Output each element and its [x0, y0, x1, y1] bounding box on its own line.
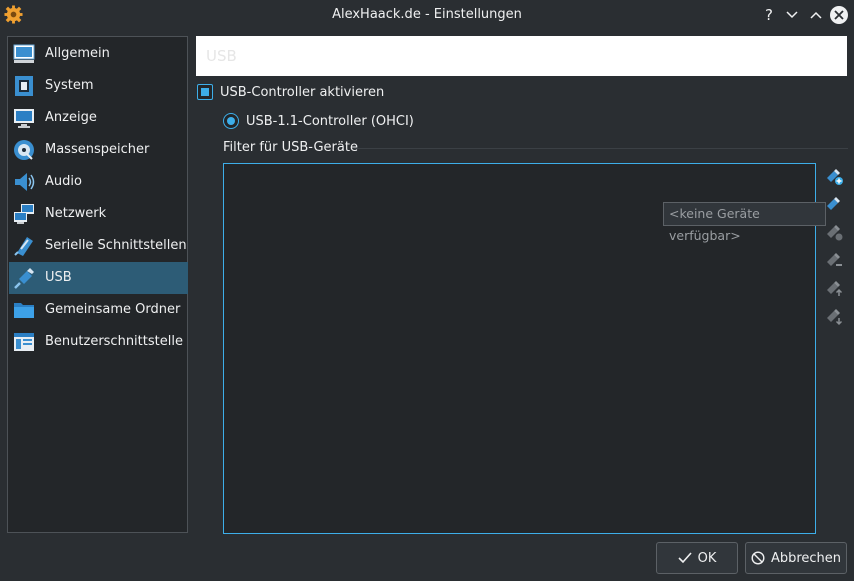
enable-usb-label[interactable]: USB-Controller aktivieren: [220, 84, 384, 101]
network-icon: [14, 204, 34, 224]
general-icon: [13, 44, 35, 63]
sidebar-item-anzeige[interactable]: Anzeige: [9, 102, 188, 134]
sidebar-item-audio[interactable]: Audio: [9, 166, 188, 198]
chevron-up-icon: [810, 11, 822, 19]
cancel-button-label: Abbrechen: [770, 550, 842, 566]
cancel-icon: [751, 551, 765, 565]
page-header: USB: [196, 36, 847, 76]
radio-selected-indicator: [227, 117, 235, 125]
close-button[interactable]: [830, 6, 848, 24]
enable-usb-checkbox[interactable]: [197, 84, 213, 100]
sidebar-item-allgemein[interactable]: Allgemein: [9, 38, 188, 70]
help-icon: ?: [765, 6, 773, 24]
sidebar-item-label: Audio: [45, 174, 82, 189]
chip-icon: [15, 76, 33, 96]
sidebar-item-label: Benutzerschnittstelle: [45, 334, 183, 349]
sidebar-item-serielle-schnittstellen[interactable]: Serielle Schnittstellen: [9, 230, 188, 262]
page-title: USB: [206, 47, 237, 65]
sidebar-item-label: Anzeige: [45, 110, 97, 125]
no-devices-tooltip: <keine Geräte verfügbar>: [663, 202, 826, 243]
sidebar-item-gemeinsame-ordner[interactable]: Gemeinsame Ordner: [9, 294, 188, 326]
sidebar-item-system[interactable]: System: [9, 70, 188, 102]
checkbox-checked-indicator: [201, 88, 209, 96]
title-bar: AlexHaack.de - Einstellungen ?: [0, 0, 854, 30]
ok-button[interactable]: OK: [656, 542, 738, 574]
move-filter-down-button[interactable]: [824, 306, 844, 326]
edit-filter-button[interactable]: [824, 222, 844, 242]
add-empty-filter-button[interactable]: [824, 166, 844, 186]
settings-sidebar: Allgemein System Anzeige Massenspeicher: [7, 36, 188, 533]
window-title: AlexHaack.de - Einstellungen: [332, 7, 522, 22]
disk-icon: [14, 140, 34, 160]
cancel-button[interactable]: Abbrechen: [745, 542, 847, 574]
speaker-icon: [15, 173, 35, 191]
serial-port-icon: [14, 237, 33, 256]
close-icon: [834, 10, 844, 20]
folder-icon: [14, 303, 34, 318]
sidebar-item-label: Gemeinsame Ordner: [45, 302, 181, 317]
section-divider: [354, 148, 848, 149]
sidebar-item-label: Serielle Schnittstellen: [45, 238, 187, 253]
sidebar-item-usb[interactable]: USB: [9, 262, 188, 294]
usb-1-1-controller-radio[interactable]: [223, 113, 239, 129]
user-interface-icon: [14, 333, 34, 351]
sidebar-item-label: Allgemein: [45, 46, 110, 61]
sidebar-item-massenspeicher[interactable]: Massenspeicher: [9, 134, 188, 166]
checkmark-icon: [678, 552, 692, 564]
maximize-button[interactable]: [807, 6, 825, 24]
sidebar-item-benutzerschnittstelle[interactable]: Benutzerschnittstelle: [9, 326, 188, 358]
sidebar-item-label: USB: [45, 270, 72, 285]
add-filter-from-device-button[interactable]: [824, 194, 844, 214]
remove-filter-button[interactable]: [824, 250, 844, 270]
chevron-down-icon: [786, 11, 798, 19]
sidebar-item-netzwerk[interactable]: Netzwerk: [9, 198, 188, 230]
ok-button-label: OK: [697, 550, 717, 566]
sidebar-item-label: Massenspeicher: [45, 142, 150, 157]
usb-filter-section-label: Filter für USB-Geräte: [223, 140, 358, 155]
sidebar-item-label: Netzwerk: [45, 206, 107, 221]
usb-icon: [14, 268, 34, 289]
minimize-button[interactable]: [783, 6, 801, 24]
sidebar-item-label: System: [45, 78, 94, 93]
move-filter-up-button[interactable]: [824, 278, 844, 298]
monitor-icon: [14, 109, 34, 128]
usb-1-1-controller-label[interactable]: USB-1.1-Controller (OHCI): [246, 113, 414, 130]
help-button[interactable]: ?: [760, 6, 778, 24]
